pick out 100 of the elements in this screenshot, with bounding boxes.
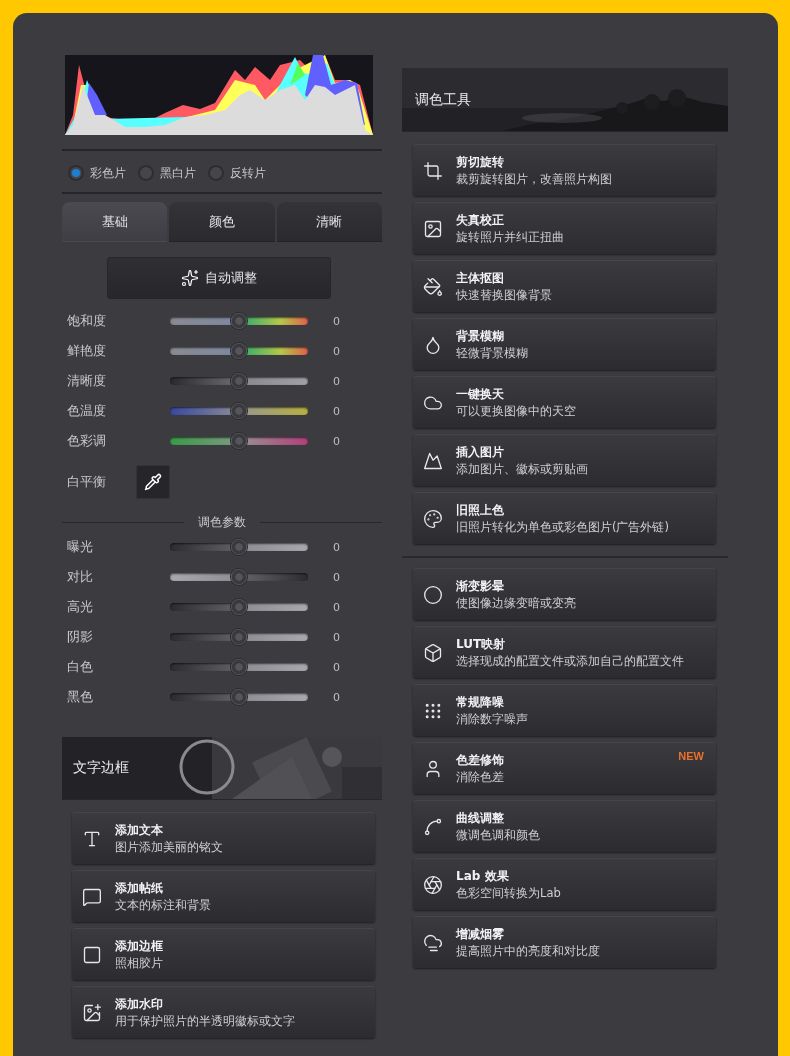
mountain-icon <box>423 450 443 471</box>
tab[interactable]: 清晰 <box>276 202 382 242</box>
tool-title: 主体抠图 <box>456 270 505 287</box>
eyedropper-button[interactable] <box>136 465 170 499</box>
tool-card[interactable]: 添加水印 用于保护照片的半透明徽标或文字 <box>72 986 375 1038</box>
tool-description: 使图像边缘变暗或变亮 <box>456 596 576 611</box>
tool-title: 色差修饰 <box>456 752 504 769</box>
speech-bubble-icon <box>82 886 102 907</box>
tool-description: 消除数字噪声 <box>456 712 528 727</box>
tool-card[interactable]: 一键换天 可以更换图像中的天空 <box>413 376 716 428</box>
slider-label: 高光 <box>67 598 94 616</box>
film-mode-radio[interactable]: 彩色片 <box>68 164 126 182</box>
tool-card[interactable]: 增减烟雾 提高照片中的亮度和对比度 <box>413 916 716 968</box>
tool-description: 消除色差 <box>456 770 504 785</box>
tool-card[interactable]: Lab 效果 色彩空间转换为Lab <box>413 858 716 910</box>
slider-thumb[interactable] <box>231 313 247 329</box>
tool-title: 添加文本 <box>115 822 164 839</box>
slider-label: 曝光 <box>67 538 94 556</box>
slider-value: 0 <box>333 404 341 418</box>
slider-value: 0 <box>333 690 341 704</box>
slider-label: 对比 <box>67 568 94 586</box>
tool-card[interactable]: 添加边框 照相胶片 <box>72 928 375 980</box>
header-title: 调色工具 <box>414 90 471 109</box>
tool-title: 一键换天 <box>456 386 505 403</box>
slider-value: 0 <box>333 374 341 388</box>
tool-title: 增减烟雾 <box>456 926 505 943</box>
slider-value: 0 <box>333 344 341 358</box>
tool-description: 图片添加美丽的铭文 <box>115 840 223 855</box>
tool-title: 背景模糊 <box>456 328 505 345</box>
tool-description: 文本的标注和背景 <box>115 898 211 913</box>
aperture-icon <box>423 874 443 895</box>
slider-label: 白色 <box>67 658 94 676</box>
tool-description: 旧照片转化为单色或彩色图片(广告外链) <box>456 520 669 535</box>
image-plus-icon <box>82 1002 102 1023</box>
auto-adjust-button[interactable]: 自动调整 <box>107 257 331 299</box>
tool-title: 插入图片 <box>456 444 505 461</box>
tool-description: 照相胶片 <box>115 956 163 971</box>
curve-icon <box>423 816 443 837</box>
slider-value: 0 <box>333 570 341 584</box>
slider-label: 色彩调 <box>67 432 107 450</box>
palette-icon <box>423 508 443 529</box>
tool-card[interactable]: 插入图片 添加图片、徽标或剪贴画 <box>413 434 716 486</box>
tool-card[interactable]: 旧照上色 旧照片转化为单色或彩色图片(广告外链) <box>413 492 716 544</box>
slider-thumb[interactable] <box>231 689 247 705</box>
image-icon <box>423 218 443 239</box>
tool-card[interactable]: 背景模糊 轻微背景模糊 <box>413 318 716 370</box>
new-label: NEW <box>678 750 704 762</box>
slider-thumb[interactable] <box>231 433 247 449</box>
crop-icon <box>423 160 443 181</box>
slider-thumb[interactable] <box>231 599 247 615</box>
sparkle-icon <box>181 269 199 287</box>
slider-thumb[interactable] <box>231 403 247 419</box>
tool-description: 添加图片、徽标或剪贴画 <box>456 462 588 477</box>
tool-title: 曲线调整 <box>456 810 505 827</box>
film-mode-radio[interactable]: 黑白片 <box>138 164 196 182</box>
tool-card[interactable]: 常规降噪 消除数字噪声 <box>413 684 716 736</box>
slider-thumb[interactable] <box>231 539 247 555</box>
tool-card[interactable]: 色差修饰 消除色差 NEW <box>413 742 716 794</box>
slider-label: 鲜艳度 <box>67 342 107 360</box>
tool-title: 旧照上色 <box>456 502 505 519</box>
tool-card[interactable]: LUT映射 选择现成的配置文件或添加自己的配置文件 <box>413 626 716 678</box>
tool-description: 微调色调和颜色 <box>456 828 540 843</box>
eyedropper-icon <box>144 473 162 491</box>
square-icon <box>82 944 102 965</box>
tool-title: 剪切旋转 <box>456 154 505 171</box>
tool-title: 添加边框 <box>115 938 163 955</box>
tab[interactable]: 颜色 <box>169 202 275 242</box>
tab[interactable]: 基础 <box>62 202 168 242</box>
fog-icon <box>423 932 443 953</box>
cube-icon <box>423 642 443 663</box>
tool-title: 失真校正 <box>456 212 505 229</box>
tool-card[interactable]: 渐变影晕 使图像边缘变暗或变亮 <box>413 568 716 620</box>
film-mode-radio[interactable]: 反转片 <box>208 164 266 182</box>
tool-description: 可以更换图像中的天空 <box>456 404 576 419</box>
slider-value: 0 <box>333 600 341 614</box>
slider-thumb[interactable] <box>231 569 247 585</box>
tool-description: 快速替换图像背景 <box>456 288 552 303</box>
tool-card[interactable]: 主体抠图 快速替换图像背景 <box>413 260 716 312</box>
slider-value: 0 <box>333 314 341 328</box>
header-title: 文字边框 <box>72 759 129 777</box>
slider-thumb[interactable] <box>231 659 247 675</box>
circle-icon <box>423 584 443 605</box>
slider-value: 0 <box>333 434 341 448</box>
tool-card[interactable]: 添加文本 图片添加美丽的铭文 <box>72 812 375 864</box>
tool-description: 用于保护照片的半透明徽标或文字 <box>115 1014 295 1029</box>
tool-title: LUT映射 <box>456 636 507 653</box>
slider-thumb[interactable] <box>231 373 247 389</box>
tool-title: Lab 效果 <box>456 868 510 885</box>
tool-card[interactable]: 剪切旋转 裁剪旋转图片，改善照片构图 <box>413 144 716 196</box>
section-title: 调色参数 <box>198 513 246 531</box>
slider-label: 黑色 <box>67 688 94 706</box>
tool-description: 轻微背景模糊 <box>456 346 528 361</box>
tool-card[interactable]: 添加帖纸 文本的标注和背景 <box>72 870 375 922</box>
slider-thumb[interactable] <box>231 343 247 359</box>
tool-card[interactable]: 失真校正 旋转照片并纠正扭曲 <box>413 202 716 254</box>
tool-title: 常规降噪 <box>456 694 505 711</box>
slider-label: 色温度 <box>67 402 107 420</box>
slider-thumb[interactable] <box>231 629 247 645</box>
tool-description: 选择现成的配置文件或添加自己的配置文件 <box>456 654 684 669</box>
tool-card[interactable]: 曲线调整 微调色调和颜色 <box>413 800 716 852</box>
